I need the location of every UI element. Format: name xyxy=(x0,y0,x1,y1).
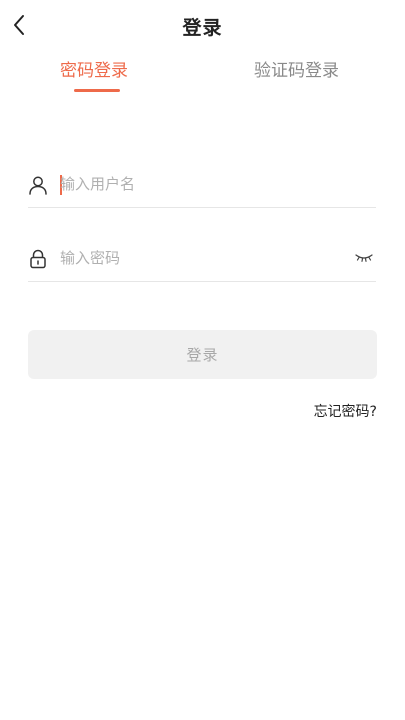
header: 登录 xyxy=(0,0,405,50)
password-field xyxy=(28,237,376,282)
login-page: 登录 密码登录 验证码登录 登录 忘记密码? xyxy=(0,0,405,720)
username-input[interactable] xyxy=(60,169,350,199)
tab-password-login[interactable]: 密码登录 xyxy=(60,56,128,81)
user-icon xyxy=(29,176,47,195)
login-button[interactable]: 登录 xyxy=(28,330,377,379)
password-input[interactable] xyxy=(60,243,350,273)
forgot-password-link[interactable]: 忘记密码? xyxy=(314,401,377,421)
login-tabs: 密码登录 验证码登录 xyxy=(0,50,405,100)
tab-sms-login[interactable]: 验证码登录 xyxy=(254,56,339,81)
active-tab-indicator xyxy=(74,89,120,92)
lock-icon xyxy=(30,249,46,269)
page-title: 登录 xyxy=(182,17,223,39)
eye-closed-icon[interactable] xyxy=(354,251,374,265)
username-field xyxy=(28,163,376,208)
